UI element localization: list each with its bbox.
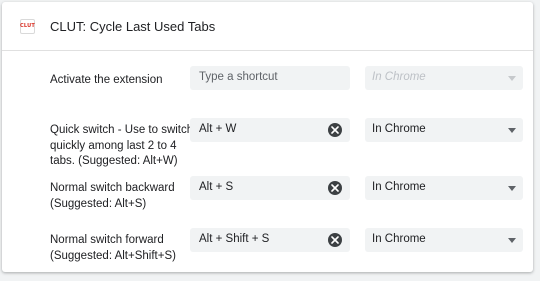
clear-shortcut-icon[interactable] bbox=[328, 123, 342, 137]
extension-header: CLUT CLUT: Cycle Last Used Tabs bbox=[2, 2, 533, 51]
chevron-down-icon bbox=[508, 76, 516, 81]
shortcut-input-quick-switch[interactable]: Alt + W bbox=[190, 118, 350, 142]
shortcut-placeholder: Type a shortcut bbox=[199, 71, 278, 83]
shortcut-input-switch-backward[interactable]: Alt + S bbox=[190, 176, 350, 200]
scope-select-value: In Chrome bbox=[372, 233, 426, 245]
chevron-down-icon bbox=[508, 238, 516, 243]
extension-icon: CLUT bbox=[20, 19, 35, 34]
chevron-down-icon bbox=[508, 128, 516, 133]
shortcut-label: Activate the extension bbox=[50, 74, 163, 86]
scope-select-switch-backward[interactable]: In Chrome bbox=[365, 176, 523, 200]
scope-select-value: In Chrome bbox=[372, 123, 426, 135]
scope-select-switch-forward[interactable]: In Chrome bbox=[365, 228, 523, 252]
scope-select-value: In Chrome bbox=[372, 181, 426, 193]
chevron-down-icon bbox=[508, 186, 516, 191]
extension-shortcuts-card: CLUT CLUT: Cycle Last Used Tabs Activate… bbox=[2, 2, 533, 272]
clear-shortcut-icon[interactable] bbox=[328, 181, 342, 195]
shortcut-value: Alt + S bbox=[199, 181, 234, 193]
extension-icon-text: CLUT bbox=[20, 23, 35, 29]
shortcut-label: Normal switch forward (Suggested: Alt+Sh… bbox=[50, 234, 176, 262]
extension-title: CLUT: Cycle Last Used Tabs bbox=[50, 19, 216, 34]
scope-select-quick-switch[interactable]: In Chrome bbox=[365, 118, 523, 142]
shortcut-label: Normal switch backward (Suggested: Alt+S… bbox=[50, 182, 175, 210]
shortcut-input-switch-forward[interactable]: Alt + Shift + S bbox=[190, 228, 350, 252]
shortcut-value: Alt + W bbox=[199, 123, 237, 135]
shortcut-input-activate[interactable]: Type a shortcut bbox=[190, 66, 350, 90]
scope-select-activate: In Chrome bbox=[365, 66, 523, 90]
shortcut-value: Alt + Shift + S bbox=[199, 233, 270, 245]
shortcut-label: Quick switch - Use to switch quickly amo… bbox=[50, 124, 194, 167]
scope-select-value: In Chrome bbox=[372, 71, 426, 83]
clear-shortcut-icon[interactable] bbox=[328, 233, 342, 247]
